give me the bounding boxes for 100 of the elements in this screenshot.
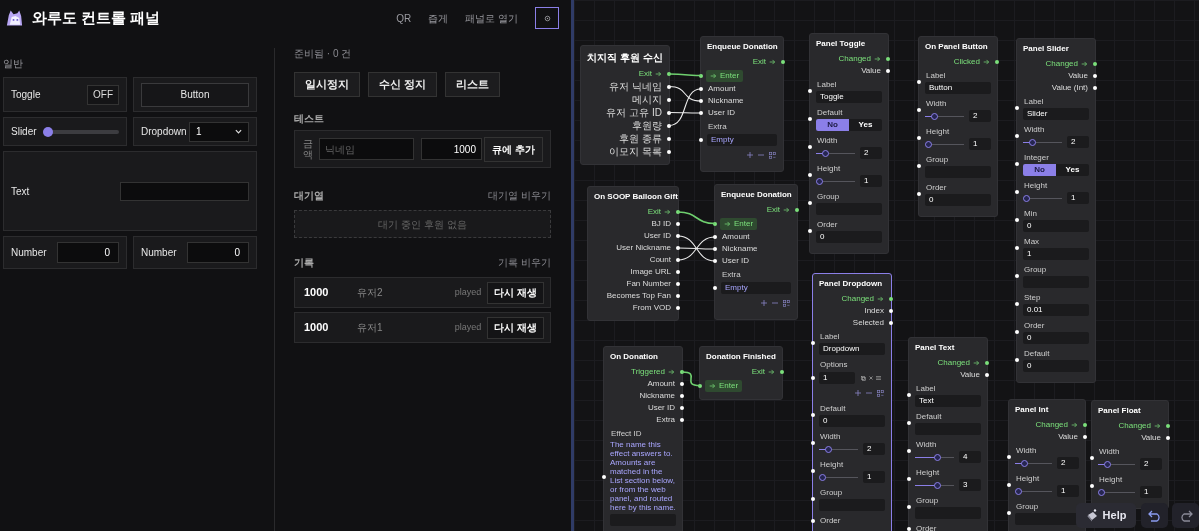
node-title: On Donation [609, 351, 659, 363]
toggle-option[interactable]: No [1023, 164, 1056, 176]
toggle-option[interactable]: No [816, 119, 849, 131]
number-field[interactable]: 1 [1140, 486, 1162, 498]
field-label: Width [816, 135, 839, 147]
number-field[interactable]: 1 [1057, 485, 1079, 497]
toggle-option[interactable]: Yes [849, 119, 882, 131]
port-label: User ID [722, 255, 750, 267]
field-label: Group [816, 191, 841, 203]
number-input[interactable]: 0 [57, 242, 119, 263]
field-label: Group [915, 495, 940, 507]
node-card[interactable]: Panel Toggle Changed Value Label Toggle Default No Yes Width 2 Height 1 Group Order 0 [809, 33, 889, 254]
list-field[interactable]: Empty [721, 282, 791, 294]
port-label: Becomes Top Fan [606, 290, 671, 302]
enter-port[interactable]: Enter [705, 379, 743, 392]
enter-port[interactable]: Enter [706, 69, 744, 82]
list-field[interactable]: Empty [707, 134, 777, 146]
dropdown[interactable]: 1 [189, 121, 249, 142]
help-button[interactable]: Help [1076, 503, 1136, 528]
text-field[interactable]: Slider [1023, 108, 1089, 120]
toggle-option[interactable]: Yes [1056, 164, 1089, 176]
port-label: Changed [1118, 420, 1151, 432]
node-card[interactable]: Donation Finished Exit Enter [699, 346, 783, 400]
enter-port[interactable]: Enter [720, 217, 758, 230]
number-field[interactable]: 1 [863, 471, 885, 483]
number-field[interactable]: 3 [959, 479, 981, 491]
node-title: 치지직 후원 수신 [586, 51, 664, 65]
number-field[interactable]: 2 [863, 443, 885, 455]
action-button[interactable]: 수신 정지 [368, 72, 438, 97]
text-field[interactable]: Dropdown [819, 343, 885, 355]
field-label: Order [915, 523, 938, 531]
nickname-input[interactable]: 닉네임 [319, 138, 414, 160]
text-field[interactable]: 1 [1023, 248, 1089, 260]
text-field[interactable]: 0 [1023, 220, 1089, 232]
node-card[interactable]: Enqueue Donation Exit Enter Amount Nickname User ID Extra Empty [714, 184, 798, 320]
node-card[interactable]: On Panel Button Clicked Label Button Width 2 Height 1 Group Order 0 [918, 36, 998, 217]
text-field[interactable]: 0 [1023, 360, 1089, 372]
node-card[interactable]: On SOOP Balloon Gift Exit BJ ID User ID User Nickname Count Image URL Fan Number Becomes Top Fan From VOD [587, 186, 679, 321]
text-field[interactable]: 0.01 [1023, 304, 1089, 316]
port-label: Image URL [630, 266, 671, 278]
number-field[interactable]: 2 [1140, 458, 1162, 470]
node-card[interactable]: Enqueue Donation Exit Enter Amount Nickname User ID Extra Empty [700, 36, 784, 172]
number-field[interactable]: 2 [969, 110, 991, 122]
node-title: Panel Slider [1022, 43, 1070, 55]
text-field[interactable]: 0 [819, 415, 885, 427]
text-field[interactable]: 0 [925, 194, 991, 206]
port-label: User Nickname [616, 242, 671, 254]
port-label: Changed [838, 53, 871, 65]
text-field[interactable]: Text [915, 395, 981, 407]
text-field[interactable]: 0 [1023, 332, 1089, 344]
header-link[interactable]: 즙게 [428, 10, 449, 26]
control-label: Text [11, 184, 30, 199]
number-field[interactable]: 1 [860, 175, 882, 187]
number-field[interactable]: 1 [1067, 192, 1089, 204]
number-field[interactable]: 2 [1067, 136, 1089, 148]
port-label: User ID [647, 402, 675, 414]
field-label: Default [816, 107, 844, 119]
user-name: 유저2 [357, 286, 383, 300]
field-label: Integer [1023, 152, 1050, 164]
amount-input[interactable]: 1000 [421, 138, 482, 160]
port-label: From VOD [632, 302, 671, 314]
add-to-queue-button[interactable]: 큐에 추가 [484, 136, 543, 162]
field-label: Default [1023, 348, 1051, 360]
node-card[interactable]: On Donation Triggered Amount Nickname User ID Extra Effect ID The name this effect answers to. Amounts are matched in the List section below, or from the web panel, and routed here by this name. [603, 346, 683, 531]
port-label: Count [649, 254, 671, 266]
node-card[interactable]: 치지직 후원 수신 Exit 유저 닉네임 메시지 유저 고유 ID 후원량 후원 종류 이모지 목록 [580, 45, 670, 165]
port-label: Value [960, 369, 980, 381]
number-field[interactable]: 4 [959, 451, 981, 463]
node-card[interactable]: Panel Dropdown Changed Index Selected Label Dropdown Options 1 Default 0 Width 2 Height 1 Group Order [812, 273, 892, 531]
node-card[interactable]: Panel Text Changed Value Label Text Default Width 4 Height 3 Group Order [908, 337, 988, 531]
toggle-button[interactable]: OFF [87, 84, 119, 105]
port-label: Changed [1035, 419, 1068, 431]
section-label: 대기열 [294, 189, 324, 203]
replay-button[interactable]: 다시 재생 [487, 316, 544, 339]
header-link[interactable]: QR [396, 10, 412, 26]
option-field[interactable]: 1 [819, 372, 855, 384]
number-field[interactable]: 2 [860, 147, 882, 159]
node-card[interactable]: Panel Slider Changed Value Value (Int) Label Slider Width 2 Integer No Yes Height 1 Min 0 Max 1 Group Step 0.01 Order 0 Default 0 [1016, 38, 1096, 383]
text-field[interactable]: Button [925, 82, 991, 94]
node-card[interactable]: Panel Int Changed Value Width 2 Height 1 Group [1008, 399, 1086, 531]
clear-link[interactable]: 기록 비우기 [498, 255, 551, 270]
number-field[interactable]: 1 [969, 138, 991, 150]
port-label: BJ ID [651, 218, 671, 230]
clear-link[interactable]: 대기열 비우기 [488, 188, 551, 203]
control-label: Number [11, 246, 47, 260]
field-label: Width [1098, 446, 1121, 458]
number-field[interactable]: 2 [1057, 457, 1079, 469]
number-input[interactable]: 0 [187, 242, 249, 263]
node-card[interactable]: Panel Float Changed Value Width 2 Height 1 [1091, 400, 1169, 509]
port-label: Value [861, 65, 881, 77]
text-field[interactable]: 0 [816, 231, 882, 243]
text-field[interactable]: Toggle [816, 91, 882, 103]
action-button[interactable]: 리스트 [445, 72, 501, 97]
status-text: played [454, 320, 482, 334]
action-button[interactable]: 일시정지 [294, 72, 360, 97]
port-label: User ID [708, 107, 736, 119]
header-link[interactable]: 패널로 열기 [465, 10, 518, 26]
user-name: 유저1 [357, 321, 383, 335]
replay-button[interactable]: 다시 재생 [487, 281, 544, 304]
panel-button[interactable]: Button [141, 82, 249, 107]
